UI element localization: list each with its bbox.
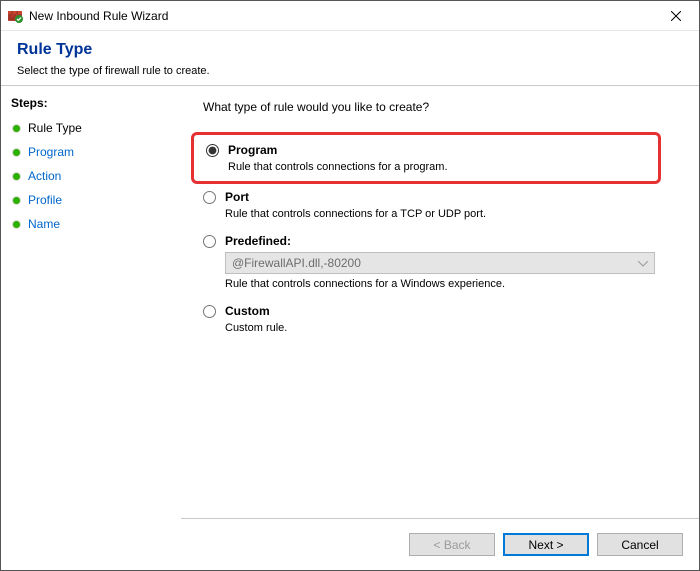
chevron-down-icon (638, 256, 648, 270)
step-label: Rule Type (28, 121, 82, 135)
rule-type-options: Program Rule that controls connections f… (203, 140, 677, 334)
step-name[interactable]: Name (11, 212, 171, 236)
step-label: Name (28, 217, 60, 231)
step-rule-type[interactable]: Rule Type (11, 116, 171, 140)
wizard-body: Steps: Rule Type Program Action Profile … (1, 86, 699, 518)
predefined-combo[interactable]: @FirewallAPI.dll,-80200 (225, 252, 655, 274)
option-desc: Rule that controls connections for a TCP… (225, 208, 677, 220)
option-custom-row[interactable]: Custom (203, 304, 677, 318)
step-label: Action (28, 169, 61, 183)
steps-heading: Steps: (11, 96, 171, 110)
step-program[interactable]: Program (11, 140, 171, 164)
step-action[interactable]: Action (11, 164, 171, 188)
page-subtitle: Select the type of firewall rule to crea… (17, 65, 683, 77)
radio-predefined[interactable] (203, 235, 216, 248)
prompt-text: What type of rule would you like to crea… (203, 100, 677, 114)
radio-custom[interactable] (203, 305, 216, 318)
option-predefined: Predefined: @FirewallAPI.dll,-80200 Rule… (203, 234, 677, 290)
steps-list: Rule Type Program Action Profile Name (11, 116, 171, 236)
radio-port[interactable] (203, 191, 216, 204)
page-title: Rule Type (17, 41, 683, 59)
step-profile[interactable]: Profile (11, 188, 171, 212)
wizard-window: New Inbound Rule Wizard Rule Type Select… (0, 0, 700, 571)
option-custom: Custom Custom rule. (203, 304, 677, 334)
close-icon (671, 11, 681, 21)
option-predefined-row[interactable]: Predefined: (203, 234, 677, 248)
option-label: Port (225, 190, 249, 204)
radio-program[interactable] (206, 144, 219, 157)
step-bullet-icon (13, 173, 20, 180)
firewall-app-icon (7, 8, 23, 24)
option-desc: Rule that controls connections for a pro… (228, 161, 646, 173)
option-label: Custom (225, 304, 270, 318)
step-label: Profile (28, 193, 62, 207)
cancel-button[interactable]: Cancel (597, 533, 683, 556)
step-bullet-icon (13, 197, 20, 204)
step-label: Program (28, 145, 74, 159)
step-bullet-icon (13, 125, 20, 132)
titlebar: New Inbound Rule Wizard (1, 1, 699, 31)
option-port-row[interactable]: Port (203, 190, 677, 204)
option-desc: Custom rule. (225, 322, 677, 334)
option-port: Port Rule that controls connections for … (203, 190, 677, 220)
steps-panel: Steps: Rule Type Program Action Profile … (1, 86, 181, 518)
wizard-header: Rule Type Select the type of firewall ru… (1, 31, 699, 85)
option-program-row[interactable]: Program (206, 143, 646, 157)
option-program: Program Rule that controls connections f… (191, 132, 661, 184)
option-desc: Rule that controls connections for a Win… (225, 278, 677, 290)
step-bullet-icon (13, 221, 20, 228)
main-panel: What type of rule would you like to crea… (181, 86, 699, 518)
back-button: < Back (409, 533, 495, 556)
predefined-combo-value: @FirewallAPI.dll,-80200 (232, 256, 361, 270)
step-bullet-icon (13, 149, 20, 156)
option-label: Predefined: (225, 234, 291, 248)
close-button[interactable] (653, 1, 699, 31)
window-title: New Inbound Rule Wizard (29, 9, 653, 23)
wizard-footer: < Back Next > Cancel (181, 518, 699, 570)
next-button[interactable]: Next > (503, 533, 589, 556)
option-label: Program (228, 143, 277, 157)
